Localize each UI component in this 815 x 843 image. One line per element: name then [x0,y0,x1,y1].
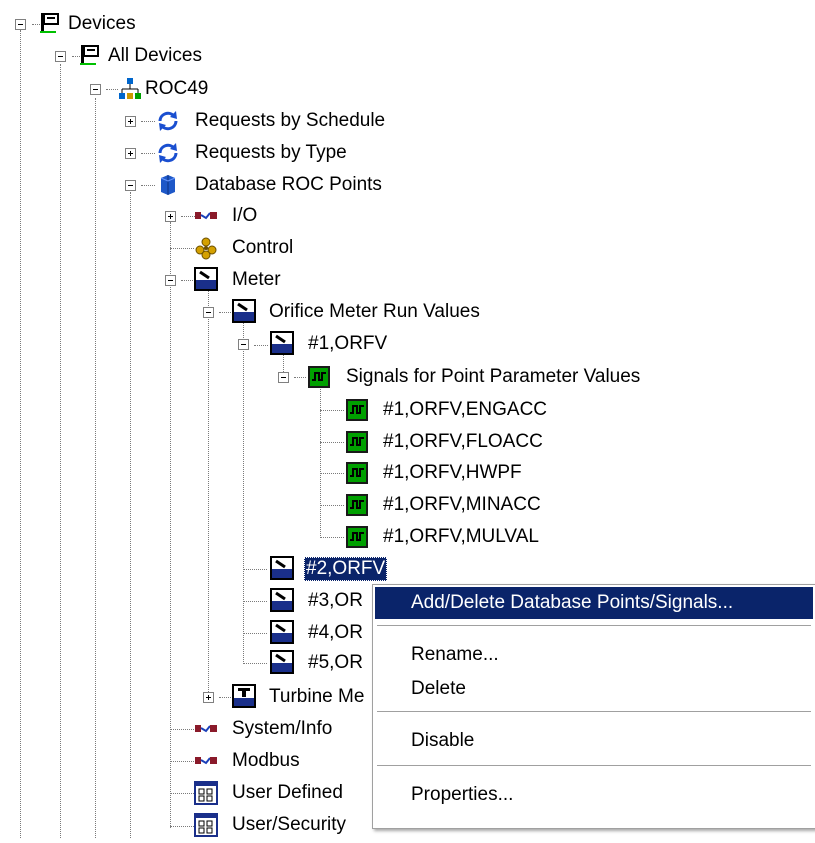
menu-item-rename[interactable]: Rename... [375,639,813,671]
tree-node-io[interactable]: I/O [0,201,300,231]
tree-label: User Defined [232,782,343,803]
tree-node-all-devices[interactable]: All Devices [0,41,240,71]
menu-item-properties[interactable]: Properties... [375,779,813,811]
meter-icon [270,556,294,580]
signal-icon [345,398,369,422]
signal-icon [345,430,369,454]
refresh-icon [156,141,180,165]
tree-node-roc49[interactable]: ROC49 [0,74,240,104]
database-icon [156,173,180,197]
tree-node-orfv-2[interactable]: #2,ORFV [0,554,420,584]
menu-separator [377,711,811,713]
io-icon [194,717,218,741]
tree-label-selected: #2,ORFV [304,557,388,581]
io-icon [194,204,218,228]
tree-label: #1,ORFV,FLOACC [383,431,543,452]
tree-label: I/O [232,205,258,226]
tree-node-orfv-5[interactable]: #5,OR [0,648,372,678]
tree-label: User/Security [232,814,347,835]
tree-label: All Devices [108,45,202,66]
meter-icon [194,267,218,291]
meter-icon [270,650,294,674]
tree-node-user-defined[interactable]: User Defined [0,778,372,808]
signal-icon [345,493,369,517]
tree-node-user-security[interactable]: User/Security [0,810,372,840]
tree-node-control[interactable]: Control [0,233,320,263]
menu-item-delete[interactable]: Delete [375,673,813,705]
meter-icon [270,620,294,644]
tree-node-turbine-meter[interactable]: Turbine Me [0,682,372,712]
tree-node-signal[interactable]: #1,ORFV,MULVAL [0,522,600,552]
tree-label: Orifice Meter Run Values [269,301,480,322]
tree-node-orfv-4[interactable]: #4,OR [0,618,372,648]
device-folder-icon [78,43,102,67]
network-icon [118,77,142,101]
collapse-icon[interactable] [165,275,176,286]
tree-node-requests-by-type[interactable]: Requests by Type [0,138,380,168]
collapse-icon[interactable] [90,84,101,95]
tree-node-modbus[interactable]: Modbus [0,746,372,776]
tree-label: #1,ORFV,MINACC [383,494,541,515]
tree-node-system-info[interactable]: System/Info [0,714,372,744]
tree-node-signal[interactable]: #1,ORFV,MINACC [0,490,600,520]
tree-node-meter[interactable]: Meter [0,265,320,295]
tree-label: Control [232,237,294,258]
tree-label: #4,OR [308,622,363,643]
tree-label: Turbine Me [269,686,365,707]
menu-item-disable[interactable]: Disable [375,725,813,757]
meter-icon [270,588,294,612]
tree-label: #5,OR [308,652,363,673]
context-menu: Add/Delete Database Points/Signals... Re… [372,584,815,829]
tree-label: ROC49 [145,78,209,99]
signal-icon [345,525,369,549]
grid-icon [194,813,218,837]
device-folder-icon [38,11,62,35]
menu-separator [377,765,811,767]
collapse-icon[interactable] [203,307,214,318]
tree-label: System/Info [232,718,333,739]
tree-label: #3,OR [308,590,363,611]
control-icon [194,236,218,260]
collapse-icon[interactable] [238,339,249,350]
tree-node-signal[interactable]: #1,ORFV,FLOACC [0,427,600,457]
tree-label: #1,ORFV,MULVAL [383,526,539,547]
tree-label: Database ROC Points [195,174,382,195]
tree-label: #1,ORFV [308,333,388,354]
expand-icon[interactable] [165,211,176,222]
tree-node-orifice-meter-run-values[interactable]: Orifice Meter Run Values [0,297,520,327]
tree-label: Requests by Schedule [195,110,386,131]
io-icon [194,749,218,773]
tree-node-database-roc-points[interactable]: Database ROC Points [0,170,420,200]
collapse-icon[interactable] [278,372,289,383]
tree-node-orfv-1[interactable]: #1,ORFV [0,329,420,359]
tree-label: #1,ORFV,HWPF [383,462,522,483]
tree-node-requests-by-schedule[interactable]: Requests by Schedule [0,106,420,136]
menu-separator [377,625,811,627]
tree-label: Devices [68,13,136,34]
collapse-icon[interactable] [15,19,26,30]
tree-label: #1,ORFV,ENGACC [383,399,548,420]
tree-node-orfv-3[interactable]: #3,OR [0,586,372,616]
expand-icon[interactable] [125,116,136,127]
tree-label: Modbus [232,750,300,771]
meter-icon [232,299,256,323]
expand-icon[interactable] [125,148,136,159]
grid-icon [194,781,218,805]
collapse-icon[interactable] [55,51,66,62]
tree-node-devices[interactable]: Devices [0,9,200,39]
menu-item-add-delete-points[interactable]: Add/Delete Database Points/Signals... [375,587,813,619]
tree-node-signal[interactable]: #1,ORFV,HWPF [0,458,600,488]
tree-label: Requests by Type [195,142,347,163]
expand-icon[interactable] [203,692,214,703]
signal-icon [307,365,331,389]
refresh-icon [156,109,180,133]
tree-label: Meter [232,269,281,290]
tree-label: Signals for Point Parameter Values [346,366,641,387]
meter-icon [270,331,294,355]
tree-node-signals-for-point-parameter-values[interactable]: Signals for Point Parameter Values [0,362,680,392]
collapse-icon[interactable] [125,180,136,191]
signal-icon [345,461,369,485]
turbine-meter-icon [232,684,256,708]
tree-node-signal[interactable]: #1,ORFV,ENGACC [0,395,600,425]
